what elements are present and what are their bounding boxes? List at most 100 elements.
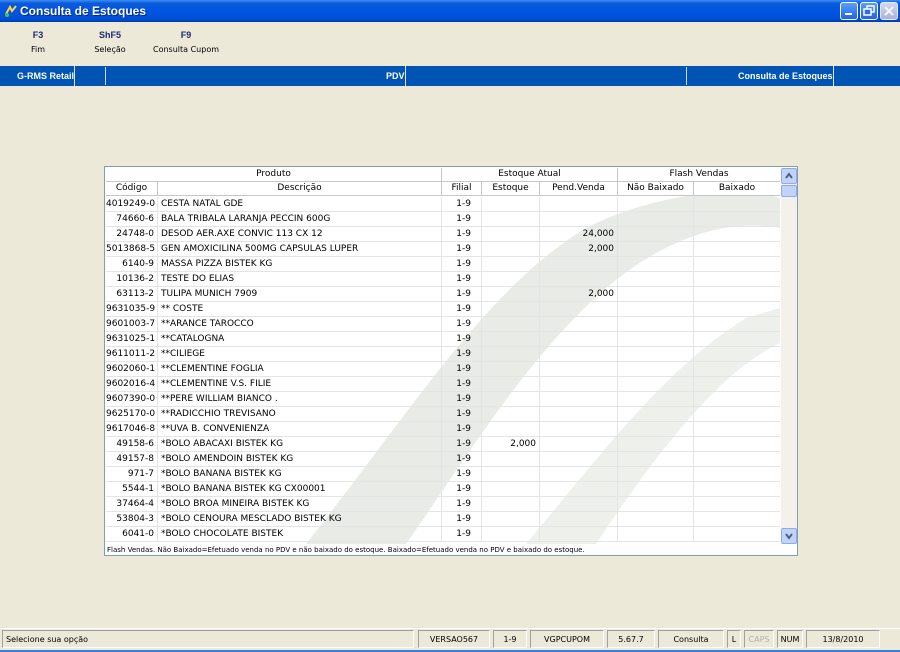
table-row[interactable]: 37464-4 *BOLO BROA MINEIRA BISTEK KG 1-9	[106, 497, 780, 512]
cell-estoque	[482, 392, 540, 407]
cell-pend-venda	[540, 482, 618, 497]
cell-pend-venda	[540, 317, 618, 332]
fkey-fim[interactable]: F3 Fim	[23, 30, 53, 54]
table-row[interactable]: 971-7 *BOLO BANANA BISTEK KG 1-9	[106, 467, 780, 482]
cell-codigo: 9611011-2	[106, 347, 158, 362]
cell-nao-baixado	[618, 242, 694, 257]
cell-codigo: 5544-1	[106, 482, 158, 497]
cell-filial: 1-9	[442, 227, 482, 242]
cell-nao-baixado	[618, 422, 694, 437]
status-bar: Selecione sua opção VERSAO567 1-9 VGPCUP…	[0, 628, 900, 652]
table-row[interactable]: 49158-6 *BOLO ABACAXI BISTEK KG 1-9 2,000	[106, 437, 780, 452]
scroll-up-button[interactable]	[781, 168, 797, 184]
table-row[interactable]: 5013868-5 GEN AMOXICILINA 500MG CAPSULAS …	[106, 242, 780, 257]
table-row[interactable]: 74660-6 BALA TRIBALA LARANJA PECCIN 600G 1…	[106, 212, 780, 227]
grid-legend: Flash Vendas. Não Baixado=Efetuado venda…	[107, 546, 585, 554]
cell-descricao: *BOLO ABACAXI BISTEK KG	[158, 437, 442, 452]
cell-pend-venda	[540, 302, 618, 317]
column-header-filial[interactable]: Filial	[442, 182, 482, 196]
table-row[interactable]: 9631025-1 **CATALOGNA 1-9	[106, 332, 780, 347]
cell-pend-venda	[540, 497, 618, 512]
band-app-name: G-RMS Retail	[17, 66, 76, 86]
table-row[interactable]: 5544-1 *BOLO BANANA BISTEK KG CX00001 1-9	[106, 482, 780, 497]
status-build: 5.67.7	[607, 630, 655, 648]
fkey-selecao[interactable]: ShF5 Seleção	[90, 30, 130, 54]
cell-estoque	[482, 422, 540, 437]
column-header-descricao[interactable]: Descrição	[158, 182, 442, 196]
column-header-nao-baixado[interactable]: Não Baixado	[618, 182, 694, 196]
table-row[interactable]: 4019249-0 CESTA NATAL GDE 1-9	[106, 197, 780, 212]
cell-estoque	[482, 377, 540, 392]
cell-filial: 1-9	[442, 377, 482, 392]
minimize-button[interactable]	[840, 2, 858, 20]
table-row[interactable]: 9625170-0 **RADICCHIO TREVISANO 1-9	[106, 407, 780, 422]
table-row[interactable]: 10136-2 TESTE DO ELIAS 1-9	[106, 272, 780, 287]
close-button[interactable]	[880, 2, 898, 20]
cell-descricao: ** COSTE	[158, 302, 442, 317]
status-l: L	[727, 630, 741, 648]
column-header-pend-venda[interactable]: Pend.Venda	[540, 182, 618, 196]
cell-filial: 1-9	[442, 497, 482, 512]
cell-codigo: 49157-8	[106, 452, 158, 467]
table-row[interactable]: 9631035-9 ** COSTE 1-9	[106, 302, 780, 317]
fkey-consulta-cupom[interactable]: F9 Consulta Cupom	[148, 30, 224, 54]
cell-estoque	[482, 407, 540, 422]
table-row[interactable]: 9602060-1 **CLEMENTINE FOGLIA 1-9	[106, 362, 780, 377]
table-row[interactable]: 49157-8 *BOLO AMENDOIN BISTEK KG 1-9	[106, 452, 780, 467]
column-header-baixado[interactable]: Baixado	[694, 182, 780, 196]
cell-filial: 1-9	[442, 287, 482, 302]
cell-pend-venda: 24,000	[540, 227, 618, 242]
fkey-key: F3	[32, 30, 44, 40]
cell-filial: 1-9	[442, 527, 482, 542]
table-row[interactable]: 53804-3 *BOLO CENOURA MESCLADO BISTEK KG 1…	[106, 512, 780, 527]
band-divider	[105, 67, 106, 85]
scroll-down-button[interactable]	[781, 528, 797, 544]
table-row[interactable]: 24748-0 DESOD AER.AXE CONVIC 113 CX 12 1-9…	[106, 227, 780, 242]
cell-baixado	[694, 527, 780, 542]
band-module: PDV	[386, 66, 406, 86]
cell-estoque	[482, 242, 540, 257]
cell-descricao: **CILIEGE	[158, 347, 442, 362]
stock-grid[interactable]: Produto Estoque Atual Flash Vendas Códig…	[106, 168, 780, 544]
scroll-thumb[interactable]	[781, 185, 797, 197]
group-header-estoque-atual: Estoque Atual	[442, 168, 618, 182]
cell-filial: 1-9	[442, 272, 482, 287]
column-header-codigo[interactable]: Código	[106, 182, 158, 196]
cell-pend-venda	[540, 377, 618, 392]
chevron-up-icon	[785, 172, 793, 179]
table-row[interactable]: 9617046-8 **UVA B. CONVENIENZA 1-9	[106, 422, 780, 437]
status-date: 13/8/2010	[806, 630, 880, 648]
cell-filial: 1-9	[442, 302, 482, 317]
cell-estoque	[482, 197, 540, 212]
cell-nao-baixado	[618, 362, 694, 377]
cell-pend-venda	[540, 257, 618, 272]
cell-codigo: 24748-0	[106, 227, 158, 242]
cell-descricao: *BOLO BANANA BISTEK KG CX00001	[158, 482, 442, 497]
restore-button[interactable]	[860, 2, 878, 20]
stock-grid-panel: Produto Estoque Atual Flash Vendas Códig…	[104, 166, 798, 556]
cell-nao-baixado	[618, 197, 694, 212]
minimize-icon	[845, 13, 852, 15]
cell-nao-baixado	[618, 452, 694, 467]
cell-estoque	[482, 227, 540, 242]
cell-filial: 1-9	[442, 407, 482, 422]
cell-codigo: 9602016-4	[106, 377, 158, 392]
vertical-scrollbar[interactable]	[781, 168, 797, 544]
function-key-toolbar: F3 Fim ShF5 Seleção F9 Consulta Cupom	[0, 22, 900, 66]
table-row[interactable]: 9611011-2 **CILIEGE 1-9	[106, 347, 780, 362]
cell-pend-venda	[540, 527, 618, 542]
cell-descricao: **UVA B. CONVENIENZA	[158, 422, 442, 437]
table-row[interactable]: 6140-9 MASSA PIZZA BISTEK KG 1-9	[106, 257, 780, 272]
cell-filial: 1-9	[442, 422, 482, 437]
table-row[interactable]: 9602016-4 **CLEMENTINE V.S. FILIE 1-9	[106, 377, 780, 392]
cell-codigo: 37464-4	[106, 497, 158, 512]
cell-codigo: 9607390-0	[106, 392, 158, 407]
column-header-estoque[interactable]: Estoque	[482, 182, 540, 196]
cell-baixado	[694, 317, 780, 332]
table-row[interactable]: 9607390-0 **PERE WILLIAM BIANCO . 1-9	[106, 392, 780, 407]
cell-descricao: CESTA NATAL GDE	[158, 197, 442, 212]
cell-filial: 1-9	[442, 392, 482, 407]
table-row[interactable]: 6041-0 *BOLO CHOCOLATE BISTEK 1-9	[106, 527, 780, 542]
table-row[interactable]: 9601003-7 **ARANCE TAROCCO 1-9	[106, 317, 780, 332]
table-row[interactable]: 63113-2 TULIPA MUNICH 7909 1-9 2,000	[106, 287, 780, 302]
